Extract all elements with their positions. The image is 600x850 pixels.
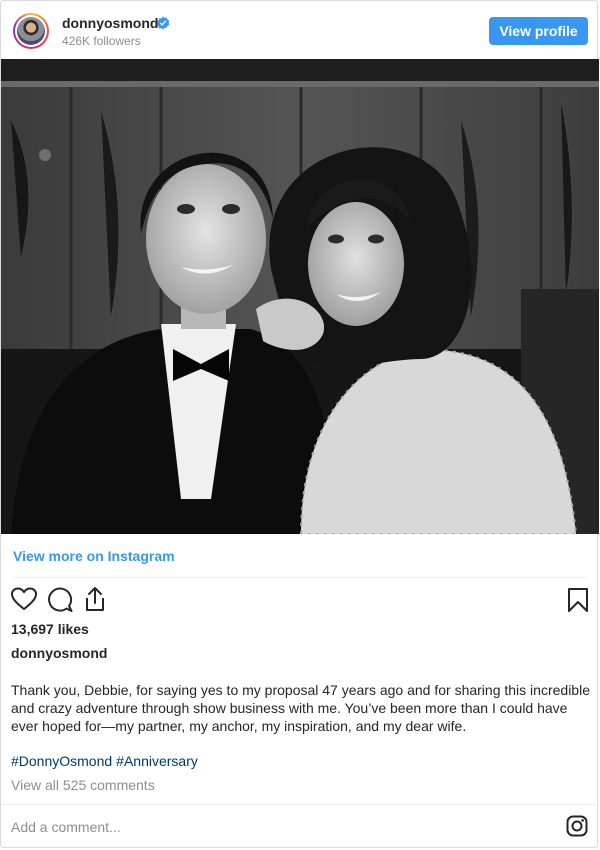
divider xyxy=(13,577,587,578)
view-profile-button[interactable]: View profile xyxy=(489,17,588,45)
instagram-icon[interactable] xyxy=(566,815,588,837)
view-more-link[interactable]: View more on Instagram xyxy=(13,548,175,564)
instagram-embed-card: donnyosmond 426K followers View profile xyxy=(0,0,599,848)
verified-badge-icon xyxy=(156,16,170,30)
view-comments-link[interactable]: View all 525 comments xyxy=(11,777,155,793)
post-photo[interactable] xyxy=(1,59,599,534)
avatar[interactable] xyxy=(13,13,49,49)
post-photo-image xyxy=(1,59,599,534)
likes-count[interactable]: 13,697 likes xyxy=(11,621,89,637)
hashtag-link[interactable]: #DonnyOsmond xyxy=(11,753,112,769)
heart-icon[interactable] xyxy=(11,587,37,611)
followers-count: 426K followers xyxy=(62,34,141,48)
post-header: donnyosmond 426K followers View profile xyxy=(1,1,599,59)
share-icon[interactable] xyxy=(83,586,107,612)
post-caption: Thank you, Debbie, for saying yes to my … xyxy=(11,682,590,734)
comment-icon[interactable] xyxy=(47,587,73,613)
add-comment-input[interactable]: Add a comment... xyxy=(11,819,121,835)
post-author[interactable]: donnyosmond xyxy=(11,645,107,661)
divider xyxy=(1,804,597,805)
hashtags: #DonnyOsmond #Anniversary xyxy=(11,753,202,769)
hashtag-link[interactable]: #Anniversary xyxy=(116,753,198,769)
username[interactable]: donnyosmond xyxy=(62,15,158,31)
bookmark-icon[interactable] xyxy=(567,587,589,613)
